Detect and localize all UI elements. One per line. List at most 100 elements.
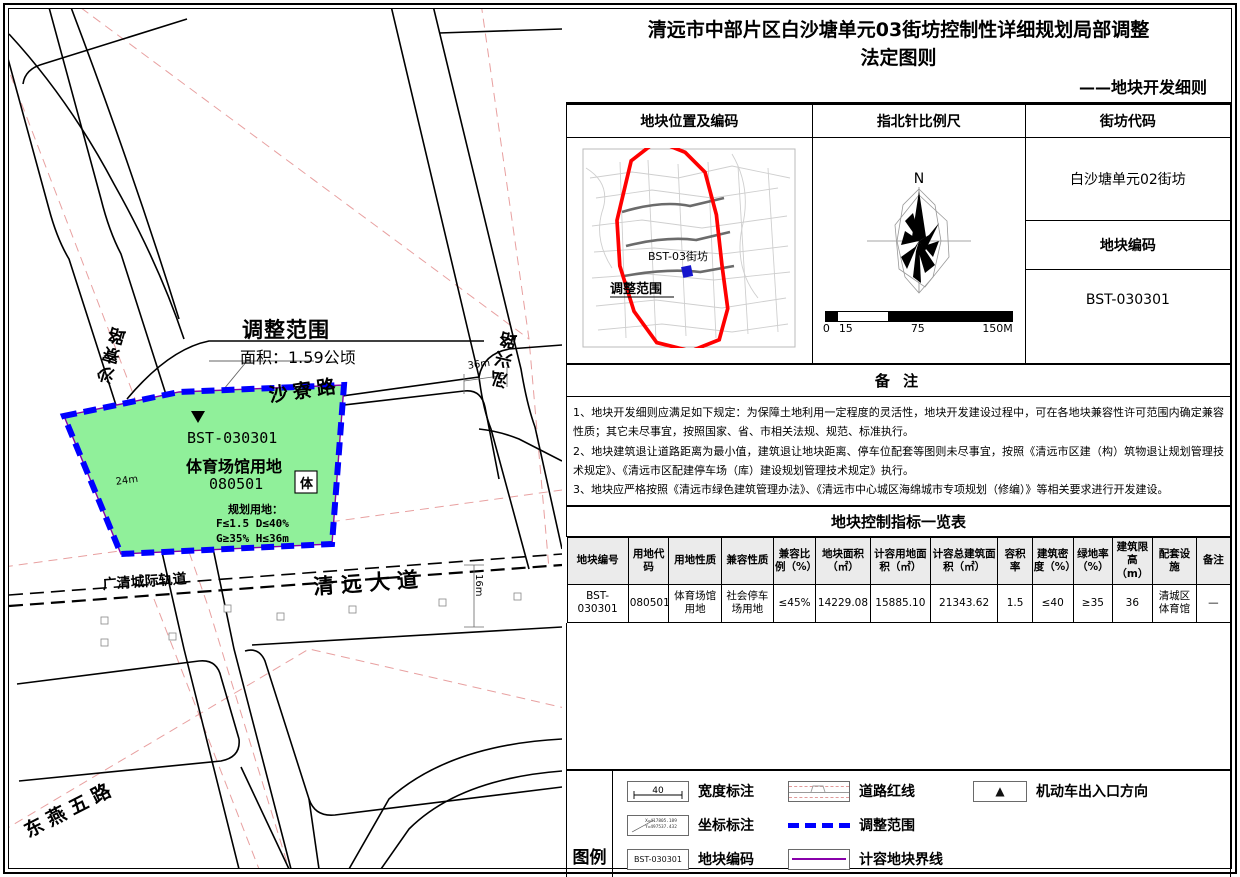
adjust-range-icon [788,815,850,836]
scale-tick-150: 150M [982,321,1013,335]
legend-label-road-redline: 道路红线 [859,784,915,800]
compass-scale-cell: N 0 15 75 150M [811,137,1026,365]
notes-header: 备 注 [566,364,1231,398]
cell-far-total-floor-area: 21343.62 [929,583,999,624]
svg-text:N: N [914,171,924,187]
col-remarks: 备注 [1196,537,1231,585]
far-boundary-icon [788,848,850,870]
map-drawing [9,9,562,868]
cell-facilities: 清城区体育馆 [1151,583,1198,624]
title-subtitle: ——地块开发细则 [1078,78,1207,98]
compass-header: 指北针比例尺 [811,104,1026,139]
cell-building-density: ≤40 [1031,583,1074,624]
top-info-grid: 地块位置及编码 指北针比例尺 街坊代码 BST-03街坊 调整范围 N 0 15… [566,104,1232,365]
legend-column-1: 40 宽度标注 X=417805.189 Y=497537.432 坐标标注 B… [627,779,758,877]
scale-bar: 0 15 75 150M [822,310,1013,337]
cell-far-land-area: 15885.10 [869,583,931,624]
legend-label-parcel-code: 地块编码 [698,852,754,868]
col-compatible-ratio: 兼容比例（%） [773,537,817,585]
location-header: 地块位置及编码 [566,104,813,139]
scale-tick-75: 75 [910,321,925,335]
main-map[interactable]: 调整范围 面积：1.59公顷 BST-030301 体育场馆用地 080501 … [9,9,562,868]
parcel-code-label: BST-030301 [187,429,278,447]
parcel-landcode-label: 080501 [209,475,264,493]
legend-column-3: ▲ 机动车出入口方向 [973,779,1148,877]
legend-label-coordinate-annotation: 坐标标注 [698,818,754,834]
legend-item-road-redline: 道路红线 [788,779,943,804]
col-parcel-area: 地块面积（㎡） [815,537,871,585]
title-line-1: 清远市中部片区白沙塘单元03街坊控制性详细规划局部调整 [647,19,1150,41]
index-table[interactable]: 地块编号 用地代码 用地性质 兼容性质 兼容比例（%） 地块面积（㎡） 计容用地… [566,537,1231,624]
legend-item-far-boundary: 计容地块界线 [788,847,943,872]
key-map: BST-03街坊 调整范围 [582,138,796,354]
table-empty-area [566,623,1231,770]
cell-landuse-type: 体育场馆用地 [668,583,722,624]
parcel-spec-line2: G≥35% H≤36m [216,532,289,545]
col-far: 容积率 [997,537,1033,585]
svg-text:40: 40 [652,786,664,796]
planning-sheet: 调整范围 面积：1.59公顷 BST-030301 体育场馆用地 080501 … [0,0,1240,877]
north-arrow-icon: N [866,171,971,294]
legend-item-parcel-code: BST-030301 地块编码 [627,847,758,872]
scale-tick-15: 15 [838,321,853,335]
col-landuse-type: 用地性质 [668,537,722,585]
parcel-code-header: 地块编码 [1025,220,1230,270]
notes-block: 备 注 1、地块开发细则应满足如下规定：为保障土地利用一定程度的灵活性，地块开发… [566,364,1231,507]
parcel-code-value: BST-030301 [1085,291,1170,308]
cell-compatible-ratio: ≤45% [773,583,817,624]
scale-tick-0: 0 [822,321,830,335]
legend-block: 图例 40 宽度标注 X=417805.189 Y=497537.432 坐标标… [566,769,1231,877]
vehicle-entrance-icon: ▲ [973,780,1027,802]
block-code-value: 白沙塘单元02街坊 [1025,138,1230,221]
cell-parcel-id: BST-030301 [566,583,629,624]
col-green-ratio: 绿地率（%） [1072,537,1114,585]
road-redline-icon [788,780,850,802]
cell-landuse-code: 080501 [627,583,670,624]
legend-title: 图例 [567,770,613,877]
legend-label-vehicle-entrance: 机动车出入口方向 [1036,784,1148,800]
map-range-area: 面积：1.59公顷 [240,348,356,367]
svg-text:调整范围: 调整范围 [610,281,662,297]
legend-label-adjust-range: 调整范围 [859,818,915,834]
index-table-title: 地块控制指标一览表 [566,506,1231,538]
block-code-header: 街坊代码 [1024,104,1232,139]
cell-far: 1.5 [997,583,1033,624]
title-line-2: 法定图则 [860,46,937,69]
legend-item-coordinate-annotation: X=417805.189 Y=497537.432 坐标标注 [627,813,758,838]
note-item-2: 2、地块建筑退让道路距离为最小值，建筑退让地块距离、停车位配套等图则未尽事宜，按… [573,444,1224,477]
width-annotation-icon: 40 [627,780,689,802]
cell-height-limit: 36 [1112,583,1153,624]
col-far-total-floor-area: 计容总建筑面积（㎡） [929,537,999,585]
facility-mark-label: 体 [300,477,314,492]
coordinate-annotation-icon: X=417805.189 Y=497537.432 [627,814,689,836]
table-header-row: 地块编号 用地代码 用地性质 兼容性质 兼容比例（%） 地块面积（㎡） 计容用地… [566,537,1231,585]
legend-label-width-annotation: 宽度标注 [698,784,754,800]
index-table-block: 地块控制指标一览表 地块编号 用地代码 用地性质 兼容性质 兼容比例（%） 地块… [566,506,1231,770]
col-height-limit: 建筑限高（m） [1112,537,1153,585]
col-landuse-code: 用地代码 [627,537,670,585]
note-item-3: 3、地块应严格按照《清远市绿色建筑管理办法》、《清远市中心城区海绵城市专项规划（… [573,483,1169,497]
legend-item-vehicle-entrance: ▲ 机动车出入口方向 [973,779,1148,804]
code-stack-cell: 白沙塘单元02街坊 地块编码 BST-030301 [1024,137,1232,365]
col-parcel-id: 地块编号 [566,537,629,585]
info-sheet: 清远市中部片区白沙塘单元03街坊控制性详细规划局部调整 法定图则 ——地块开发细… [566,9,1232,877]
svg-text:BST-03街坊: BST-03街坊 [648,249,708,263]
title-block: 清远市中部片区白沙塘单元03街坊控制性详细规划局部调整 法定图则 ——地块开发细… [566,9,1231,105]
col-far-land-area: 计容用地面积（㎡） [869,537,931,585]
col-facilities: 配套设施 [1151,537,1198,585]
width-label-16m: 16m [473,574,484,597]
parcel-spec-title: 规划用地： [228,503,283,516]
legend-item-adjust-range: 调整范围 [788,813,943,838]
notes-body: 1、地块开发细则应满足如下规定：为保障土地利用一定程度的灵活性，地块开发建设过程… [566,396,1231,507]
legend-item-width-annotation: 40 宽度标注 [627,779,758,804]
key-map-cell[interactable]: BST-03街坊 调整范围 [566,137,813,365]
map-range-title: 调整范围 [242,318,330,342]
parcel-spec-line1: F≤1.5 D≤40% [216,517,289,530]
col-building-density: 建筑密度（%） [1031,537,1076,585]
table-row[interactable]: BST-030301 080501 体育场馆用地 社会停车场用地 ≤45% 14… [566,583,1231,624]
cell-remarks: — [1196,583,1231,624]
cell-green-ratio: ≥35 [1072,583,1114,624]
col-compatible-type: 兼容性质 [720,537,775,585]
parcel-code-icon: BST-030301 [627,848,689,870]
legend-label-far-boundary: 计容地块界线 [859,852,943,868]
